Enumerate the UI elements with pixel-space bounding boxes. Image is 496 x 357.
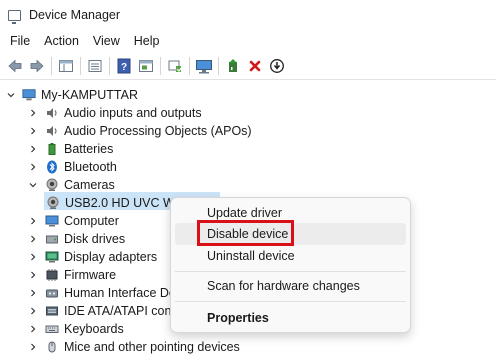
chevron-down-icon[interactable]: [28, 180, 38, 190]
toolbar: ?: [0, 53, 496, 80]
tree-item-label: Mice and other pointing devices: [64, 340, 240, 354]
toolbar-separator: [189, 57, 190, 75]
tree-item-label: Batteries: [64, 142, 114, 156]
chevron-right-icon[interactable]: [28, 270, 38, 280]
menu-bar: File Action View Help: [0, 30, 496, 52]
tree-item-computer[interactable]: Computer: [28, 212, 119, 230]
uninstall-icon[interactable]: [244, 55, 266, 77]
toolbar-separator: [109, 57, 110, 75]
webcam-icon: [45, 178, 59, 192]
battery-icon: [45, 142, 59, 156]
tree-item-label: Cameras: [64, 178, 115, 192]
menu-separator: [175, 271, 406, 272]
disable-icon[interactable]: [266, 55, 288, 77]
controller-icon: [45, 304, 59, 318]
menu-action[interactable]: Action: [37, 34, 86, 48]
chevron-right-icon[interactable]: [28, 306, 38, 316]
tree-item-apos[interactable]: Audio Processing Objects (APOs): [28, 122, 252, 140]
toolbar-separator: [51, 57, 52, 75]
bluetooth-icon: [45, 160, 59, 174]
tree-item-label: Keyboards: [64, 322, 124, 336]
computer-icon: [45, 214, 59, 228]
tree-item-hid[interactable]: Human Interface Dev: [28, 284, 182, 302]
chevron-right-icon[interactable]: [28, 108, 38, 118]
keyboard-icon: [45, 322, 59, 336]
tree-item-label: Audio Processing Objects (APOs): [64, 124, 252, 138]
chevron-down-icon[interactable]: [6, 90, 16, 100]
tree-root[interactable]: My-KAMPUTTAR: [6, 86, 138, 104]
device-manager-icon: [8, 9, 21, 24]
tree-item-keyboards[interactable]: Keyboards: [28, 320, 124, 338]
webcam-icon: [46, 196, 60, 210]
back-icon[interactable]: [4, 55, 26, 77]
chevron-right-icon[interactable]: [28, 126, 38, 136]
console-icon[interactable]: [135, 55, 157, 77]
tree-item-label: Human Interface Dev: [64, 286, 183, 300]
hid-icon: [45, 286, 59, 300]
tree-item-batteries[interactable]: Batteries: [28, 140, 113, 158]
menu-properties[interactable]: Properties: [175, 307, 406, 329]
tree-item-ide[interactable]: IDE ATA/ATAPI contr: [28, 302, 179, 320]
menu-file[interactable]: File: [3, 34, 37, 48]
menu-scan-hardware[interactable]: Scan for hardware changes: [175, 275, 406, 297]
tree-item-display-adapters[interactable]: Display adapters: [28, 248, 157, 266]
disable-device-annotation: [197, 220, 294, 246]
speaker-icon: [45, 106, 59, 120]
scan-icon[interactable]: [164, 55, 186, 77]
tree-item-label: IDE ATA/ATAPI contr: [64, 304, 180, 318]
mouse-icon: [45, 340, 59, 354]
chevron-right-icon[interactable]: [28, 252, 38, 262]
tree-item-label: Display adapters: [64, 250, 158, 264]
tree-item-disk-drives[interactable]: Disk drives: [28, 230, 125, 248]
update-driver-icon[interactable]: [222, 55, 244, 77]
tree-item-label: Firmware: [64, 268, 117, 282]
menu-uninstall-device[interactable]: Uninstall device: [175, 245, 406, 267]
toolbar-separator: [80, 57, 81, 75]
chevron-right-icon[interactable]: [28, 324, 38, 334]
tree-item-label: Bluetooth: [64, 160, 117, 174]
tree-item-label: Computer: [64, 214, 119, 228]
tree-item-bluetooth[interactable]: Bluetooth: [28, 158, 117, 176]
chevron-right-icon[interactable]: [28, 216, 38, 226]
tree-item-label: Disk drives: [64, 232, 126, 246]
title-bar: Device Manager: [0, 0, 496, 30]
tree-item-cameras[interactable]: Cameras: [28, 176, 115, 194]
chevron-right-icon[interactable]: [28, 162, 38, 172]
disk-drive-icon: [45, 232, 59, 246]
chevron-right-icon[interactable]: [28, 288, 38, 298]
chevron-right-icon[interactable]: [28, 342, 38, 352]
monitor-icon[interactable]: [193, 55, 215, 77]
chevron-right-icon[interactable]: [28, 144, 38, 154]
window-title: Device Manager: [29, 8, 121, 22]
properties-icon[interactable]: [55, 55, 77, 77]
menu-view[interactable]: View: [86, 34, 127, 48]
tree-root-label: My-KAMPUTTAR: [41, 88, 138, 102]
help-icon[interactable]: ?: [113, 55, 135, 77]
speaker-icon: [45, 124, 59, 138]
display-adapter-icon: [45, 250, 59, 264]
tree-item-label: Audio inputs and outputs: [64, 106, 202, 120]
computer-icon: [22, 88, 36, 102]
menu-help[interactable]: Help: [127, 34, 167, 48]
tree-item-mice[interactable]: Mice and other pointing devices: [28, 338, 240, 356]
menu-separator: [175, 301, 406, 302]
toolbar-separator: [160, 57, 161, 75]
forward-icon[interactable]: [26, 55, 48, 77]
svg-text:?: ?: [121, 62, 127, 73]
toolbar-separator: [218, 57, 219, 75]
context-menu: Update driver Disable device Uninstall d…: [170, 197, 411, 333]
firmware-icon: [45, 268, 59, 282]
tree-item-firmware[interactable]: Firmware: [28, 266, 116, 284]
chevron-right-icon[interactable]: [28, 234, 38, 244]
tree-item-audio-inputs[interactable]: Audio inputs and outputs: [28, 104, 202, 122]
view-icon[interactable]: [84, 55, 106, 77]
